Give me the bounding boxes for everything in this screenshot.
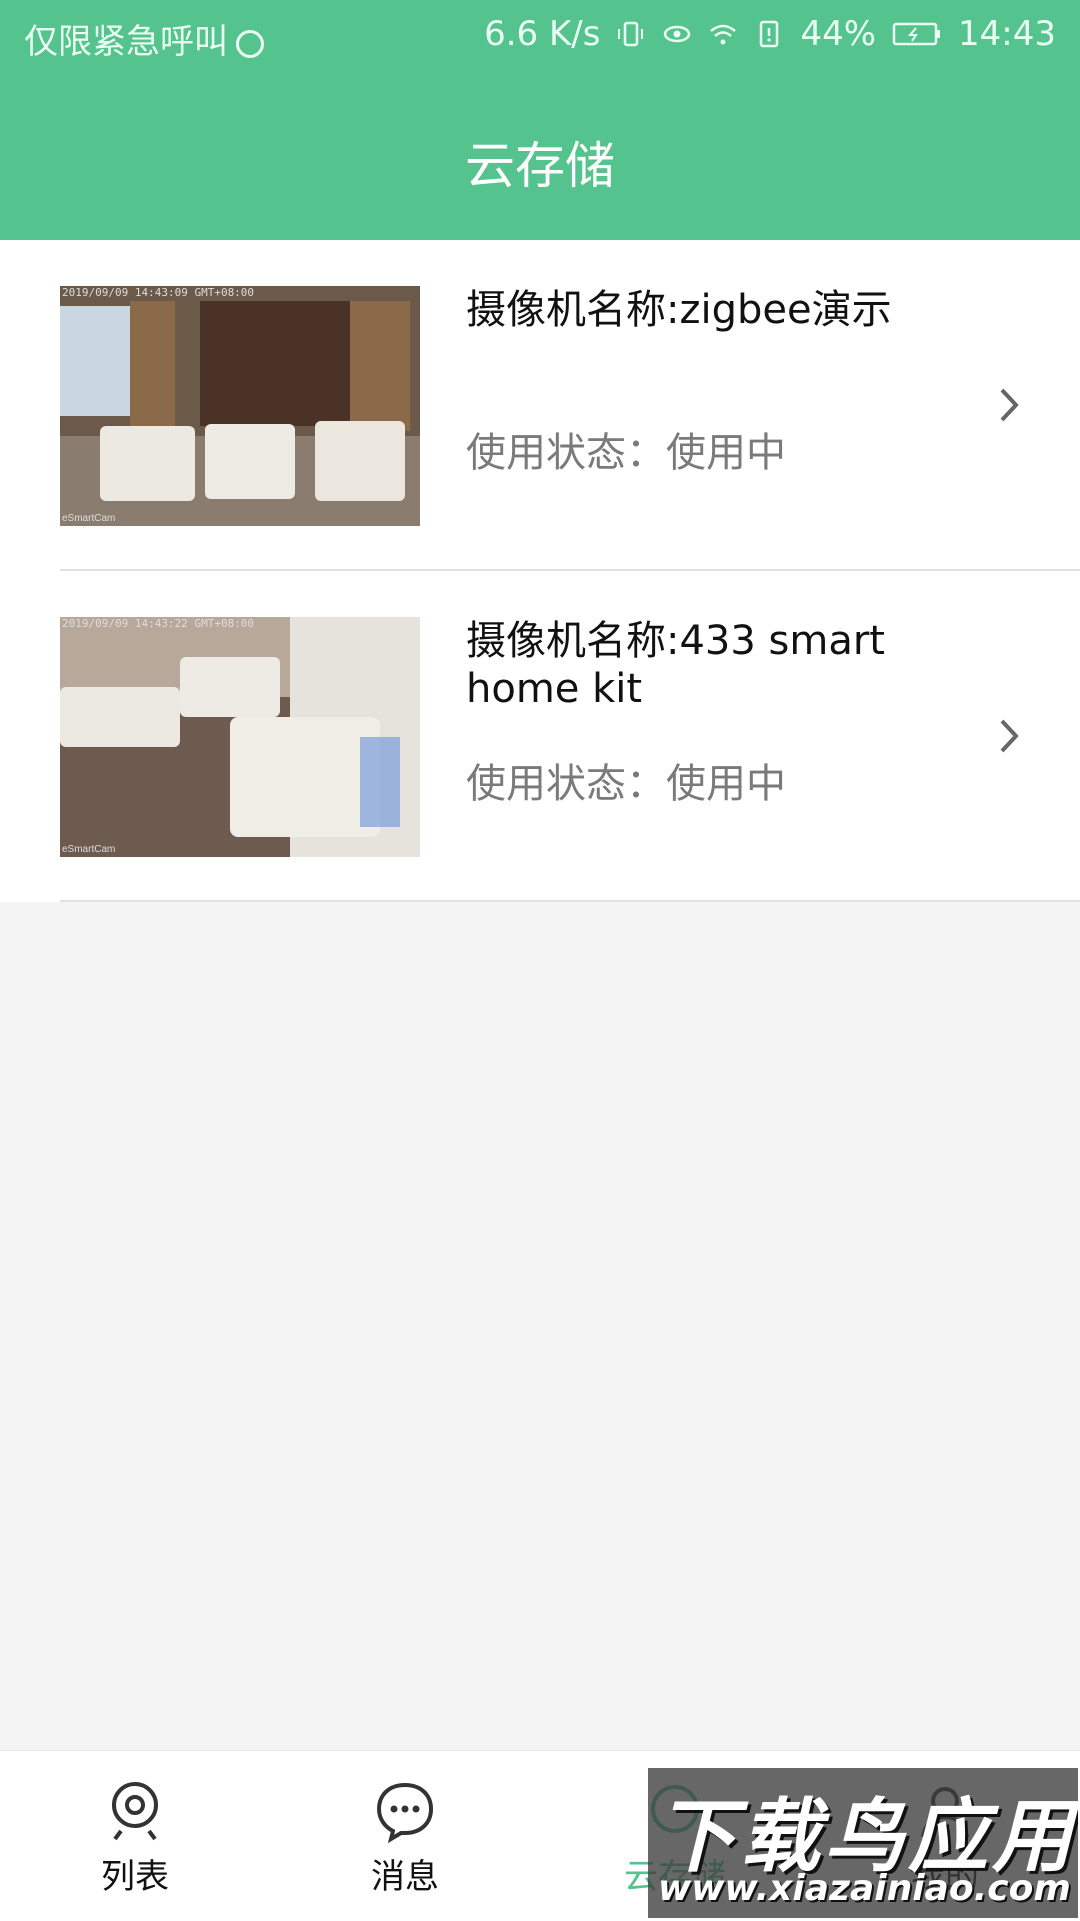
divider bbox=[60, 900, 1080, 902]
camera-status: 使用状态：使用中 bbox=[466, 761, 786, 807]
chevron-right-icon bbox=[1000, 719, 1019, 753]
camera-thumbnail: 2019/09/09 14:43:22 GMT+08:00 eSmartCam bbox=[60, 617, 420, 857]
room-image bbox=[60, 617, 420, 857]
app-header: 仅限紧急呼叫 6.6 K/s 44% 14:43 云存储 bbox=[0, 0, 1080, 240]
video-brand: eSmartCam bbox=[62, 844, 116, 855]
camera-icon bbox=[112, 1782, 158, 1841]
tab-label: 列表 bbox=[101, 1857, 169, 1897]
watermark: 下载鸟应用 www.xiazainiao.com bbox=[648, 1768, 1078, 1918]
status-bar: 仅限紧急呼叫 6.6 K/s 44% 14:43 bbox=[0, 0, 1080, 76]
video-timestamp: 2019/09/09 14:43:22 GMT+08:00 bbox=[62, 617, 255, 630]
camera-info: 摄像机名称:zigbee演示 bbox=[466, 286, 986, 334]
room-image bbox=[60, 286, 420, 526]
watermark-url: www.xiazainiao.com bbox=[658, 1868, 1071, 1909]
message-icon bbox=[376, 1782, 434, 1843]
camera-list-item[interactable]: 2019/09/09 14:43:09 GMT+08:00 eSmartCam … bbox=[0, 240, 1080, 571]
clock: 14:43 bbox=[958, 14, 1056, 54]
status-right: 6.6 K/s 44% 14:43 bbox=[484, 14, 1056, 54]
battery-icon bbox=[892, 22, 941, 46]
status-left: 仅限紧急呼叫 bbox=[24, 14, 264, 63]
tab-list[interactable]: 列表 bbox=[0, 1751, 270, 1921]
camera-name: 摄像机名称:zigbee演示 bbox=[466, 287, 892, 333]
net-speed: 6.6 K/s bbox=[484, 14, 601, 54]
eye-icon bbox=[664, 25, 691, 43]
camera-name: 摄像机名称:433 smart home kit bbox=[466, 618, 885, 712]
battery-percent: 44% bbox=[800, 14, 877, 54]
camera-status: 使用状态：使用中 bbox=[466, 430, 786, 476]
tab-messages[interactable]: 消息 bbox=[270, 1751, 540, 1921]
wifi-icon bbox=[710, 24, 737, 45]
page-title: 云存储 bbox=[465, 137, 615, 195]
camera-thumbnail: 2019/09/09 14:43:09 GMT+08:00 eSmartCam bbox=[60, 286, 420, 526]
chevron-right-icon bbox=[1000, 388, 1019, 422]
camera-list-item[interactable]: 2019/09/09 14:43:22 GMT+08:00 eSmartCam … bbox=[0, 571, 1080, 902]
tab-label: 消息 bbox=[371, 1857, 439, 1897]
camera-list: 2019/09/09 14:43:09 GMT+08:00 eSmartCam … bbox=[0, 240, 1080, 902]
sync-icon bbox=[236, 29, 264, 58]
carrier-text: 仅限紧急呼叫 bbox=[24, 22, 228, 62]
video-timestamp: 2019/09/09 14:43:09 GMT+08:00 bbox=[62, 286, 255, 299]
video-brand: eSmartCam bbox=[62, 513, 116, 524]
vibrate-icon bbox=[618, 21, 644, 47]
sim-alert-icon bbox=[760, 20, 779, 48]
camera-info: 摄像机名称:433 smart home kit bbox=[466, 617, 986, 713]
